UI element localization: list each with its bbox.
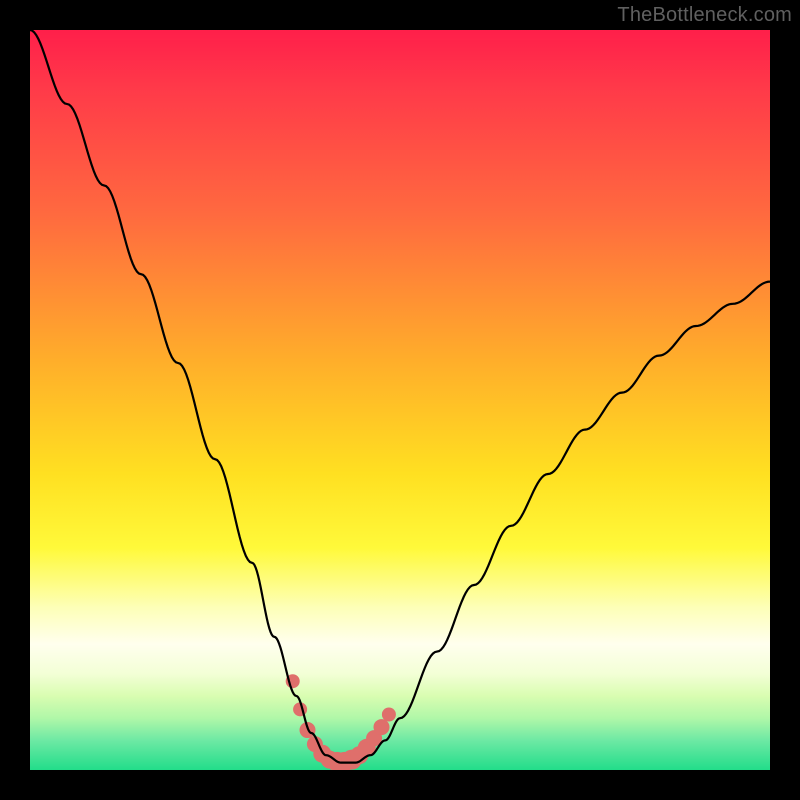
outer-frame: TheBottleneck.com xyxy=(0,0,800,800)
valley-marker xyxy=(374,719,390,735)
valley-markers xyxy=(286,674,396,770)
bottleneck-curve xyxy=(30,30,770,763)
curve-svg xyxy=(30,30,770,770)
plot-area xyxy=(30,30,770,770)
valley-marker xyxy=(382,708,396,722)
watermark-label: TheBottleneck.com xyxy=(617,4,792,27)
